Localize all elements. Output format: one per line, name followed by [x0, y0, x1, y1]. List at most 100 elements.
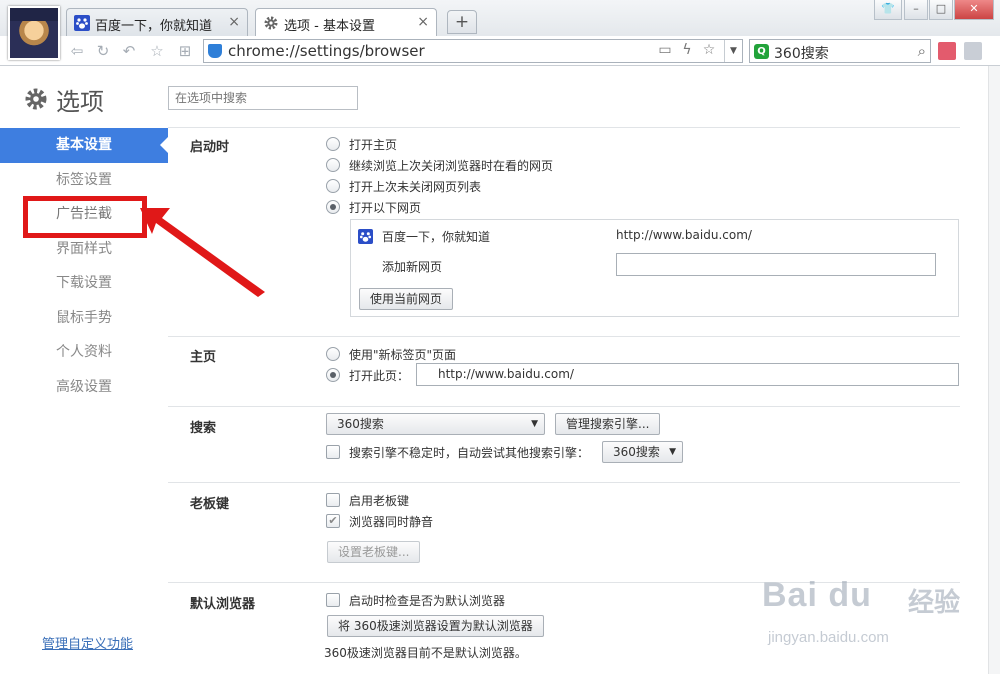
- manage-custom-features-link[interactable]: 管理自定义功能: [42, 633, 133, 652]
- homepage-option-open[interactable]: 打开此页：: [326, 366, 409, 384]
- section-divider: [168, 406, 960, 407]
- radio-button[interactable]: [326, 368, 340, 382]
- select-value: 360搜索: [613, 445, 660, 459]
- radio-button[interactable]: [326, 200, 340, 214]
- back-icon[interactable]: ⇦: [68, 42, 86, 60]
- search-value: 360搜索: [774, 46, 829, 62]
- fallback-engine-select[interactable]: 360搜索 ▼: [602, 441, 683, 463]
- settings-brand: 选项: [24, 84, 104, 116]
- search-engine-select[interactable]: 360搜索 ▼: [326, 413, 545, 435]
- baidu-jingyan-watermark: Bai du 经验 jingyan.baidu.com: [758, 566, 990, 666]
- settings-sidebar: 选项 基本设置 标签设置 广告拦截 界面样式 下载设置 鼠标手势 个人资料 高级…: [0, 66, 169, 674]
- option-label: 打开主页: [349, 137, 398, 152]
- option-label: 打开此页：: [349, 368, 410, 383]
- skin-icon[interactable]: 👕: [874, 0, 902, 20]
- startup-section-label: 启动时: [190, 140, 230, 155]
- section-divider: [168, 127, 960, 128]
- gear-icon: [264, 16, 278, 30]
- address-bar[interactable]: chrome://settings/browser ▭ ϟ ☆ ▼: [203, 39, 743, 63]
- undo-close-icon[interactable]: ↶: [120, 42, 138, 60]
- tab-baidu[interactable]: 百度一下，你就知道 ×: [66, 8, 248, 36]
- radio-button[interactable]: [326, 179, 340, 193]
- bosskey-settings-button[interactable]: 设置老板键...: [327, 541, 421, 563]
- section-divider: [168, 336, 960, 337]
- watermark-site: jingyan.baidu.com: [768, 629, 889, 646]
- option-label: 搜索引擎不稳定时，自动尝试其他搜索引擎：: [349, 445, 590, 460]
- bosskey-section-label: 老板键: [190, 497, 230, 512]
- homepage-section-label: 主页: [190, 350, 217, 365]
- watermark-brand: Bai du: [762, 576, 872, 614]
- annotation-highlight-box: [23, 196, 147, 238]
- bosskey-enable-option[interactable]: 启用老板键: [326, 491, 409, 509]
- set-default-browser-button[interactable]: 将 360极速浏览器设置为默认浏览器: [327, 615, 544, 637]
- chevron-down-icon: ▼: [669, 447, 676, 457]
- startup-option-home[interactable]: 打开主页: [326, 135, 397, 153]
- startup-option-restore[interactable]: 继续浏览上次关闭浏览器时在看的网页: [326, 156, 553, 174]
- address-url: chrome://settings/browser: [228, 42, 425, 60]
- blocked-popup-icon[interactable]: ▭: [656, 42, 674, 58]
- close-window-button[interactable]: ✕: [954, 0, 994, 20]
- option-label: 打开以下网页: [349, 200, 422, 215]
- home-icon[interactable]: ☆: [148, 42, 166, 60]
- sidebar-item-profile[interactable]: 个人资料: [0, 335, 168, 370]
- manage-search-engines-button[interactable]: 管理搜索引擎...: [555, 413, 661, 435]
- tab-label: 选项 - 基本设置: [284, 19, 375, 34]
- restore-button[interactable]: □: [929, 0, 953, 20]
- address-dropdown-icon[interactable]: ▼: [724, 40, 742, 62]
- speed-mode-icon[interactable]: ϟ: [678, 42, 696, 58]
- search-box[interactable]: Q 360搜索 ⌕: [749, 39, 931, 63]
- tools-wrench-icon[interactable]: [964, 42, 982, 60]
- search-engine-icon[interactable]: Q: [754, 44, 769, 59]
- radio-button[interactable]: [326, 158, 340, 172]
- checkbox-checked-icon[interactable]: ✔: [326, 514, 340, 528]
- search-fallback-option[interactable]: 搜索引擎不稳定时，自动尝试其他搜索引擎：: [326, 443, 589, 461]
- avatar-caption: [10, 8, 58, 21]
- extension-icon[interactable]: [938, 42, 956, 60]
- watermark-tag: 经验: [908, 588, 961, 618]
- tab-close-icon[interactable]: ×: [228, 14, 240, 30]
- startup-page-title[interactable]: 百度一下，你就知道: [382, 228, 490, 245]
- radio-button[interactable]: [326, 137, 340, 151]
- sidebar-item-advanced[interactable]: 高级设置: [0, 370, 168, 405]
- security-shield-icon: [208, 44, 222, 58]
- bookmark-star-icon[interactable]: ☆: [700, 42, 718, 58]
- startup-option-pages[interactable]: 打开以下网页: [326, 198, 421, 216]
- option-label: 启用老板键: [349, 493, 410, 508]
- search-section-label: 搜索: [190, 421, 217, 436]
- chevron-down-icon: ▼: [531, 419, 538, 429]
- apps-grid-icon[interactable]: ⊞: [176, 42, 194, 60]
- homepage-url-input[interactable]: http://www.baidu.com/: [416, 363, 959, 386]
- page-title: 选项: [56, 87, 104, 116]
- option-label: 打开上次未关闭网页列表: [349, 179, 482, 194]
- sidebar-item-tabs[interactable]: 标签设置: [0, 163, 168, 198]
- add-page-input[interactable]: [616, 253, 936, 276]
- settings-search-box[interactable]: [168, 86, 358, 110]
- tab-settings[interactable]: 选项 - 基本设置 ×: [255, 8, 437, 37]
- option-label: 继续浏览上次关闭浏览器时在看的网页: [349, 158, 554, 173]
- settings-search-input[interactable]: [169, 87, 357, 109]
- search-icon[interactable]: ⌕: [918, 42, 926, 60]
- sidebar-item-gestures[interactable]: 鼠标手势: [0, 301, 168, 336]
- option-label: 使用"新标签页"页面: [349, 347, 457, 362]
- add-page-label: 添加新网页: [382, 260, 443, 274]
- use-current-page-button[interactable]: 使用当前网页: [359, 288, 454, 310]
- homepage-option-newtab[interactable]: 使用"新标签页"页面: [326, 345, 456, 363]
- check-default-option[interactable]: 启动时检查是否为默认浏览器: [326, 591, 505, 609]
- tab-label: 百度一下，你就知道: [95, 19, 213, 34]
- startup-pages-table: 百度一下，你就知道 http://www.baidu.com/ 添加新网页 使用…: [350, 219, 959, 317]
- startup-option-list[interactable]: 打开上次未关闭网页列表: [326, 177, 481, 195]
- new-tab-button[interactable]: +: [447, 10, 477, 34]
- select-value: 360搜索: [337, 417, 384, 431]
- bosskey-mute-option[interactable]: ✔ 浏览器同时静音: [326, 512, 433, 530]
- option-label: 启动时检查是否为默认浏览器: [349, 593, 506, 608]
- refresh-icon[interactable]: ↻: [94, 42, 112, 60]
- tab-close-icon[interactable]: ×: [417, 14, 429, 30]
- checkbox[interactable]: [326, 445, 340, 459]
- minimize-button[interactable]: –: [904, 0, 928, 20]
- radio-button[interactable]: [326, 347, 340, 361]
- sidebar-item-basic[interactable]: 基本设置: [0, 128, 169, 163]
- user-avatar[interactable]: [8, 6, 60, 60]
- checkbox[interactable]: [326, 493, 340, 507]
- gear-icon: [25, 88, 47, 110]
- checkbox[interactable]: [326, 593, 340, 607]
